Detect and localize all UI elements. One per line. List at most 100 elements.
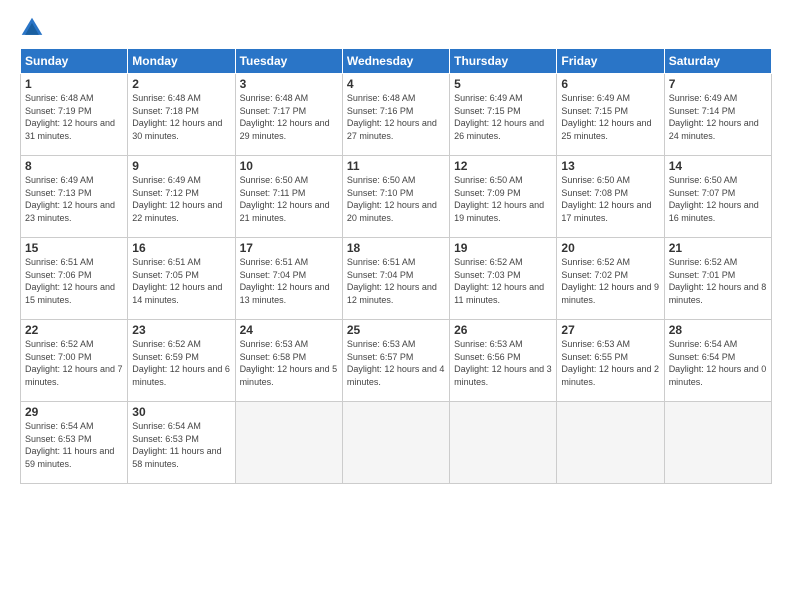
day-info: Sunrise: 6:51 AMSunset: 7:04 PMDaylight:… [347, 257, 437, 305]
calendar-cell: 15 Sunrise: 6:51 AMSunset: 7:06 PMDaylig… [21, 238, 128, 320]
calendar-cell: 14 Sunrise: 6:50 AMSunset: 7:07 PMDaylig… [664, 156, 771, 238]
calendar-row: 1 Sunrise: 6:48 AMSunset: 7:19 PMDayligh… [21, 74, 772, 156]
calendar-cell: 19 Sunrise: 6:52 AMSunset: 7:03 PMDaylig… [450, 238, 557, 320]
day-number: 4 [347, 77, 445, 91]
day-number: 20 [561, 241, 659, 255]
calendar-cell: 24 Sunrise: 6:53 AMSunset: 6:58 PMDaylig… [235, 320, 342, 402]
day-number: 27 [561, 323, 659, 337]
day-info: Sunrise: 6:48 AMSunset: 7:17 PMDaylight:… [240, 93, 330, 141]
calendar-cell: 13 Sunrise: 6:50 AMSunset: 7:08 PMDaylig… [557, 156, 664, 238]
logo [20, 16, 48, 40]
day-number: 28 [669, 323, 767, 337]
day-info: Sunrise: 6:48 AMSunset: 7:16 PMDaylight:… [347, 93, 437, 141]
day-number: 30 [132, 405, 230, 419]
day-info: Sunrise: 6:49 AMSunset: 7:15 PMDaylight:… [454, 93, 544, 141]
calendar-cell: 1 Sunrise: 6:48 AMSunset: 7:19 PMDayligh… [21, 74, 128, 156]
day-number: 26 [454, 323, 552, 337]
day-info: Sunrise: 6:49 AMSunset: 7:12 PMDaylight:… [132, 175, 222, 223]
day-info: Sunrise: 6:53 AMSunset: 6:58 PMDaylight:… [240, 339, 338, 387]
day-number: 2 [132, 77, 230, 91]
day-number: 1 [25, 77, 123, 91]
day-info: Sunrise: 6:48 AMSunset: 7:19 PMDaylight:… [25, 93, 115, 141]
day-number: 3 [240, 77, 338, 91]
day-number: 19 [454, 241, 552, 255]
day-number: 29 [25, 405, 123, 419]
day-number: 25 [347, 323, 445, 337]
day-info: Sunrise: 6:50 AMSunset: 7:07 PMDaylight:… [669, 175, 759, 223]
day-info: Sunrise: 6:54 AMSunset: 6:53 PMDaylight:… [132, 421, 221, 469]
calendar-cell: 11 Sunrise: 6:50 AMSunset: 7:10 PMDaylig… [342, 156, 449, 238]
calendar-cell: 27 Sunrise: 6:53 AMSunset: 6:55 PMDaylig… [557, 320, 664, 402]
calendar-cell: 6 Sunrise: 6:49 AMSunset: 7:15 PMDayligh… [557, 74, 664, 156]
calendar-cell: 17 Sunrise: 6:51 AMSunset: 7:04 PMDaylig… [235, 238, 342, 320]
calendar-cell: 30 Sunrise: 6:54 AMSunset: 6:53 PMDaylig… [128, 402, 235, 484]
col-sunday: Sunday [21, 49, 128, 74]
day-number: 10 [240, 159, 338, 173]
header [20, 16, 772, 40]
day-info: Sunrise: 6:52 AMSunset: 7:02 PMDaylight:… [561, 257, 659, 305]
calendar-cell: 5 Sunrise: 6:49 AMSunset: 7:15 PMDayligh… [450, 74, 557, 156]
calendar-cell: 4 Sunrise: 6:48 AMSunset: 7:16 PMDayligh… [342, 74, 449, 156]
day-info: Sunrise: 6:53 AMSunset: 6:55 PMDaylight:… [561, 339, 659, 387]
day-info: Sunrise: 6:52 AMSunset: 6:59 PMDaylight:… [132, 339, 230, 387]
calendar-cell: 10 Sunrise: 6:50 AMSunset: 7:11 PMDaylig… [235, 156, 342, 238]
calendar-row: 22 Sunrise: 6:52 AMSunset: 7:00 PMDaylig… [21, 320, 772, 402]
calendar-row: 8 Sunrise: 6:49 AMSunset: 7:13 PMDayligh… [21, 156, 772, 238]
calendar-cell [235, 402, 342, 484]
col-saturday: Saturday [664, 49, 771, 74]
calendar-cell: 20 Sunrise: 6:52 AMSunset: 7:02 PMDaylig… [557, 238, 664, 320]
day-info: Sunrise: 6:51 AMSunset: 7:04 PMDaylight:… [240, 257, 330, 305]
logo-icon [20, 16, 44, 40]
calendar-row: 29 Sunrise: 6:54 AMSunset: 6:53 PMDaylig… [21, 402, 772, 484]
calendar-cell: 29 Sunrise: 6:54 AMSunset: 6:53 PMDaylig… [21, 402, 128, 484]
day-info: Sunrise: 6:54 AMSunset: 6:54 PMDaylight:… [669, 339, 767, 387]
day-number: 8 [25, 159, 123, 173]
calendar-cell [664, 402, 771, 484]
day-info: Sunrise: 6:51 AMSunset: 7:06 PMDaylight:… [25, 257, 115, 305]
calendar-cell: 9 Sunrise: 6:49 AMSunset: 7:12 PMDayligh… [128, 156, 235, 238]
calendar-cell: 26 Sunrise: 6:53 AMSunset: 6:56 PMDaylig… [450, 320, 557, 402]
page: Sunday Monday Tuesday Wednesday Thursday… [0, 0, 792, 612]
calendar-cell: 3 Sunrise: 6:48 AMSunset: 7:17 PMDayligh… [235, 74, 342, 156]
calendar-cell: 23 Sunrise: 6:52 AMSunset: 6:59 PMDaylig… [128, 320, 235, 402]
day-info: Sunrise: 6:50 AMSunset: 7:10 PMDaylight:… [347, 175, 437, 223]
day-info: Sunrise: 6:52 AMSunset: 7:03 PMDaylight:… [454, 257, 544, 305]
col-friday: Friday [557, 49, 664, 74]
day-number: 15 [25, 241, 123, 255]
day-info: Sunrise: 6:50 AMSunset: 7:08 PMDaylight:… [561, 175, 651, 223]
day-info: Sunrise: 6:51 AMSunset: 7:05 PMDaylight:… [132, 257, 222, 305]
calendar-cell [450, 402, 557, 484]
calendar-cell: 16 Sunrise: 6:51 AMSunset: 7:05 PMDaylig… [128, 238, 235, 320]
day-number: 11 [347, 159, 445, 173]
day-number: 9 [132, 159, 230, 173]
day-number: 22 [25, 323, 123, 337]
col-wednesday: Wednesday [342, 49, 449, 74]
calendar-cell [342, 402, 449, 484]
day-number: 18 [347, 241, 445, 255]
calendar-table: Sunday Monday Tuesday Wednesday Thursday… [20, 48, 772, 484]
calendar-cell: 2 Sunrise: 6:48 AMSunset: 7:18 PMDayligh… [128, 74, 235, 156]
day-number: 16 [132, 241, 230, 255]
day-number: 14 [669, 159, 767, 173]
calendar-cell: 25 Sunrise: 6:53 AMSunset: 6:57 PMDaylig… [342, 320, 449, 402]
day-number: 23 [132, 323, 230, 337]
calendar-cell [557, 402, 664, 484]
day-info: Sunrise: 6:53 AMSunset: 6:57 PMDaylight:… [347, 339, 445, 387]
day-number: 12 [454, 159, 552, 173]
day-number: 6 [561, 77, 659, 91]
day-number: 24 [240, 323, 338, 337]
day-info: Sunrise: 6:49 AMSunset: 7:15 PMDaylight:… [561, 93, 651, 141]
day-number: 7 [669, 77, 767, 91]
calendar-cell: 28 Sunrise: 6:54 AMSunset: 6:54 PMDaylig… [664, 320, 771, 402]
day-number: 13 [561, 159, 659, 173]
col-monday: Monday [128, 49, 235, 74]
day-info: Sunrise: 6:54 AMSunset: 6:53 PMDaylight:… [25, 421, 114, 469]
day-info: Sunrise: 6:52 AMSunset: 7:01 PMDaylight:… [669, 257, 767, 305]
day-number: 17 [240, 241, 338, 255]
day-number: 5 [454, 77, 552, 91]
header-row: Sunday Monday Tuesday Wednesday Thursday… [21, 49, 772, 74]
day-info: Sunrise: 6:49 AMSunset: 7:14 PMDaylight:… [669, 93, 759, 141]
day-number: 21 [669, 241, 767, 255]
calendar-row: 15 Sunrise: 6:51 AMSunset: 7:06 PMDaylig… [21, 238, 772, 320]
calendar-cell: 21 Sunrise: 6:52 AMSunset: 7:01 PMDaylig… [664, 238, 771, 320]
